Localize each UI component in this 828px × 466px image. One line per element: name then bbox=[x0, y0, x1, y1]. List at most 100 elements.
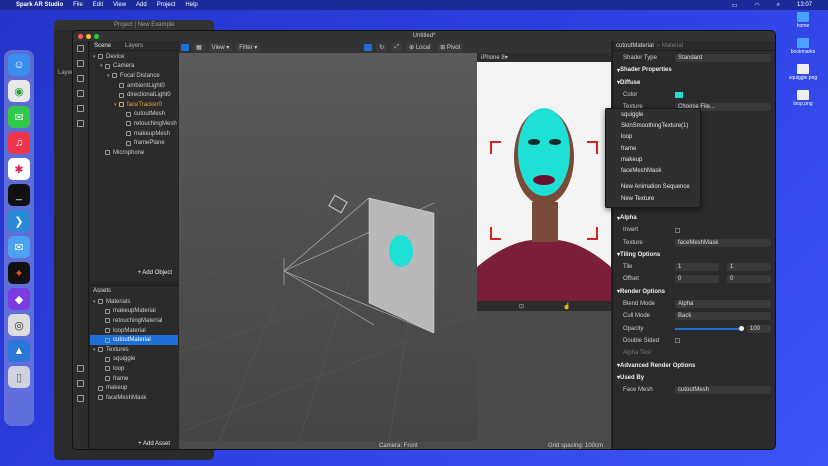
add-object-button[interactable]: + Add Object bbox=[137, 270, 172, 276]
inspector-number-field[interactable]: 0 bbox=[675, 275, 719, 284]
figma-icon[interactable]: ✦ bbox=[8, 262, 30, 284]
menu-file[interactable]: File bbox=[73, 2, 83, 8]
music-icon[interactable]: ♫ bbox=[8, 132, 30, 154]
asset-tree-item[interactable]: squiggle bbox=[90, 355, 178, 365]
inspector-field[interactable]: Back bbox=[675, 312, 771, 321]
menu-edit[interactable]: Edit bbox=[93, 2, 103, 8]
frame-icon[interactable] bbox=[77, 90, 84, 97]
slider-handle[interactable] bbox=[739, 325, 744, 331]
chrome-icon[interactable]: ◉ bbox=[8, 80, 30, 102]
tab-layers[interactable]: Layers bbox=[125, 43, 143, 49]
scene-tree-item[interactable]: ▾ Camera bbox=[90, 62, 178, 72]
document-icon[interactable] bbox=[77, 365, 84, 372]
inspector-field[interactable]: Standard bbox=[675, 54, 771, 63]
clock[interactable]: 13:07 bbox=[797, 2, 812, 8]
preview-icon[interactable]: ◎ bbox=[8, 314, 30, 336]
wifi-icon[interactable]: ◠ bbox=[754, 2, 759, 9]
desktop-icon-home[interactable]: home bbox=[782, 12, 824, 29]
desktop-icon-squiggle[interactable]: squiggle.png bbox=[782, 64, 824, 81]
opacity-field[interactable]: 100 bbox=[747, 324, 771, 333]
layout-icon[interactable] bbox=[181, 43, 189, 51]
scene-tree-item[interactable]: ▾ faceTracker0 bbox=[90, 100, 178, 110]
inspector-number-field[interactable]: 1 bbox=[675, 263, 719, 272]
scene-tree-item[interactable]: ▾ Device bbox=[90, 52, 178, 62]
video-icon[interactable] bbox=[77, 60, 84, 67]
patch-icon[interactable] bbox=[77, 75, 84, 82]
asset-tree-item[interactable]: loop bbox=[90, 364, 178, 374]
add-icon[interactable] bbox=[77, 395, 84, 402]
dropdown-item-new-animation[interactable]: New Animation Sequence bbox=[606, 182, 700, 193]
asset-tree-item[interactable]: cutoutMaterial bbox=[90, 335, 178, 345]
search-icon[interactable]: ⌕ bbox=[777, 2, 780, 9]
desktop-icon-bookmarks[interactable]: bookmarks bbox=[782, 38, 824, 55]
scene-tree-item[interactable]: framePlane bbox=[90, 138, 178, 148]
inspector-field[interactable]: faceMeshMask bbox=[675, 238, 771, 247]
upload-icon[interactable] bbox=[77, 380, 84, 387]
scene-tree-item[interactable]: ambientLight0 bbox=[90, 81, 178, 91]
opacity-slider[interactable] bbox=[675, 327, 741, 330]
asset-tree-item[interactable]: retouchingMaterial bbox=[90, 316, 178, 326]
finder-icon[interactable]: ☺ bbox=[8, 54, 30, 76]
move-icon[interactable] bbox=[364, 43, 373, 51]
asset-tree-item[interactable]: makeup bbox=[90, 383, 178, 393]
dropdown-item-new-texture[interactable]: New Texture bbox=[606, 193, 700, 204]
dropdown-item-skinsmoothing[interactable]: SkinSmoothingTexture(1) bbox=[606, 120, 700, 131]
color-swatch[interactable] bbox=[675, 92, 683, 99]
dropdown-item-loop[interactable]: loop bbox=[606, 132, 700, 143]
scene-tree-item[interactable]: cutoutMesh bbox=[90, 110, 178, 120]
scene-tree-item[interactable]: ▾ Focal Distance bbox=[90, 71, 178, 81]
scene-tree-item[interactable]: makeupMesh bbox=[90, 129, 178, 139]
asset-tree-item[interactable]: faceMeshMask bbox=[90, 393, 178, 403]
menu-help[interactable]: Help bbox=[185, 2, 197, 8]
asset-tree-item[interactable]: makeupMaterial bbox=[90, 307, 178, 317]
touch-icon[interactable]: ☝ bbox=[563, 303, 570, 310]
vscode-icon[interactable]: ❯ bbox=[8, 210, 30, 232]
device-selector[interactable]: iPhone 8 ▾ bbox=[477, 53, 611, 62]
search-icon[interactable] bbox=[77, 120, 84, 127]
refresh-icon[interactable] bbox=[77, 105, 84, 112]
dropdown-item-squiggle[interactable]: squiggle bbox=[606, 109, 700, 120]
dropdown-item-frame[interactable]: frame bbox=[606, 143, 700, 154]
asset-tree-item[interactable]: ▾ Materials bbox=[90, 297, 178, 307]
menu-add[interactable]: Add bbox=[136, 2, 147, 8]
checkbox[interactable] bbox=[675, 338, 680, 344]
spark-ar-icon[interactable]: ◆ bbox=[8, 288, 30, 310]
rotate-icon[interactable]: ↻ bbox=[376, 42, 388, 52]
checkbox[interactable] bbox=[675, 227, 680, 233]
desktop-icon-loop[interactable]: loop.png bbox=[782, 90, 824, 107]
camera-icon[interactable]: ⊡ bbox=[519, 303, 524, 310]
viewport[interactable]: ▦ View ▾ Filter ▾ ↻ ⤢ ⊕ Local ⊞ Pivot iP… bbox=[179, 41, 611, 449]
dropdown-item-makeup[interactable]: makeup bbox=[606, 154, 700, 165]
app-menu[interactable]: Spark AR Studio bbox=[16, 2, 63, 8]
inspector-number-field[interactable]: 1 bbox=[727, 263, 771, 272]
inspector-field[interactable]: Alpha bbox=[675, 300, 771, 309]
scene-tree-item[interactable]: Microphone bbox=[90, 148, 178, 158]
tab-scene[interactable]: Scene bbox=[94, 43, 111, 49]
pivot-toggle[interactable]: ⊞ Pivot bbox=[437, 42, 464, 52]
asset-tree-item[interactable]: frame bbox=[90, 374, 178, 384]
filter-dropdown[interactable]: Filter ▾ bbox=[236, 42, 261, 52]
asset-tree-item[interactable]: loopMaterial bbox=[90, 326, 178, 336]
scene-tree-item[interactable]: directionalLight0 bbox=[90, 90, 178, 100]
scene-tree-item[interactable]: retouchingMesh bbox=[90, 119, 178, 129]
menu-view[interactable]: View bbox=[113, 2, 126, 8]
view-dropdown[interactable]: View ▾ bbox=[208, 42, 233, 52]
menu-project[interactable]: Project bbox=[157, 2, 176, 8]
add-asset-button[interactable]: + Add Asset bbox=[138, 441, 170, 447]
scene-icon[interactable] bbox=[77, 45, 84, 52]
asset-tree-item[interactable]: ▾ Textures bbox=[90, 345, 178, 355]
messages-icon[interactable]: ✉ bbox=[8, 106, 30, 128]
inspector-number-field[interactable]: 0 bbox=[727, 275, 771, 284]
dropdown-item-facemeshmask[interactable]: faceMeshMask bbox=[606, 165, 700, 176]
bird-app-icon[interactable]: ▲ bbox=[8, 340, 30, 362]
trash-icon[interactable]: ▯ bbox=[8, 366, 30, 388]
slack-icon[interactable]: ✱ bbox=[8, 158, 30, 180]
mail-icon[interactable]: ✉ bbox=[8, 236, 30, 258]
inspector-field[interactable]: cutoutMesh bbox=[675, 386, 771, 395]
battery-icon[interactable]: ▭ bbox=[732, 2, 738, 9]
scale-icon[interactable]: ⤢ bbox=[391, 42, 403, 52]
scene-canvas[interactable] bbox=[179, 53, 477, 441]
terminal-icon[interactable]: _ bbox=[8, 184, 30, 206]
grid-icon[interactable]: ▦ bbox=[193, 42, 205, 52]
local-toggle[interactable]: ⊕ Local bbox=[406, 42, 434, 52]
